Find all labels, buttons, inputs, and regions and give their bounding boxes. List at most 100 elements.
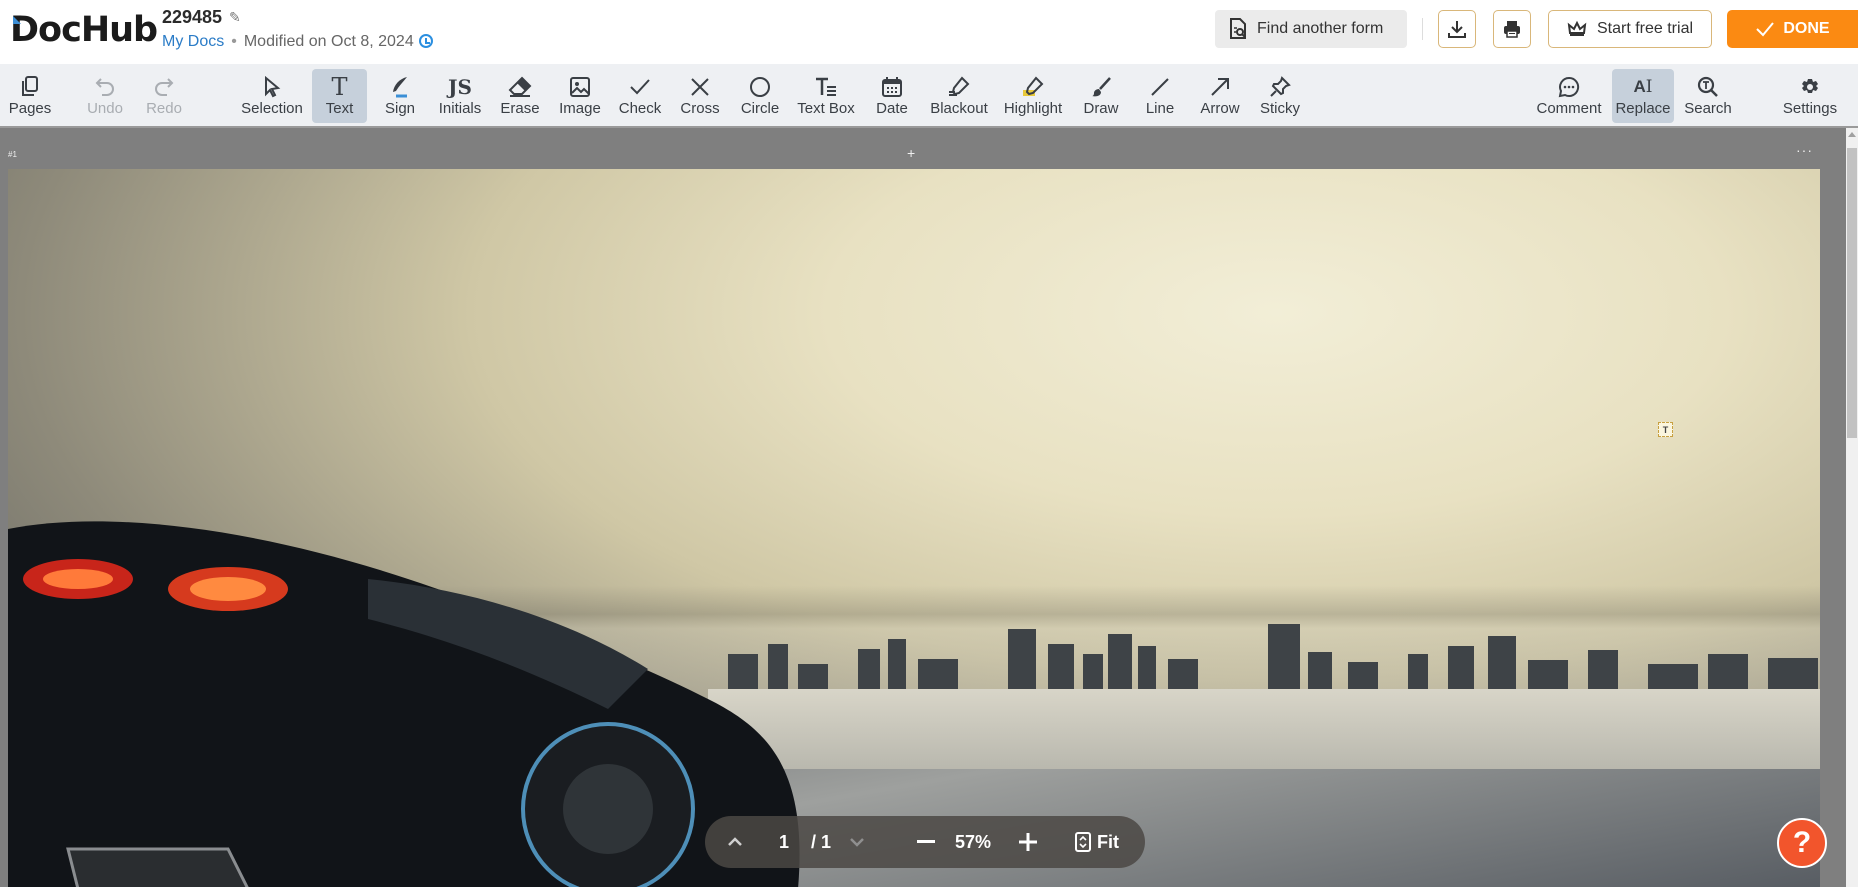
chevron-down-icon: [850, 838, 864, 847]
tool-circle[interactable]: Circle: [736, 69, 784, 123]
tool-settings[interactable]: Settings: [1782, 69, 1838, 123]
dochub-logo[interactable]: DocHub: [10, 10, 158, 50]
tool-highlight[interactable]: Highlight: [1000, 69, 1066, 123]
printer-icon: [1504, 21, 1520, 38]
zoom-in-button[interactable]: [1019, 816, 1037, 868]
add-page-button[interactable]: +: [907, 145, 915, 161]
document-meta: My Docs • Modified on Oct 8, 2024: [162, 33, 433, 51]
tool-image[interactable]: Image: [555, 69, 605, 123]
tool-label: Blackout: [930, 100, 988, 117]
tool-label: Comment: [1536, 100, 1602, 117]
line-icon: [1151, 78, 1169, 96]
rename-pencil-icon[interactable]: ✎: [229, 9, 241, 26]
pages-icon: [22, 76, 38, 96]
document-canvas[interactable]: #1 + ··· T: [0, 128, 1846, 887]
tool-date[interactable]: Date: [870, 69, 914, 123]
tool-label: Erase: [500, 100, 540, 117]
page-more-menu-button[interactable]: ···: [1796, 142, 1813, 158]
undo-icon: [95, 78, 114, 96]
tool-cross[interactable]: Cross: [677, 69, 723, 123]
download-button[interactable]: [1438, 10, 1476, 48]
chevron-up-icon: [728, 837, 742, 846]
next-page-button[interactable]: [849, 816, 865, 868]
tool-label: Search: [1684, 100, 1732, 117]
tool-pages[interactable]: Pages: [6, 69, 54, 123]
tool-draw[interactable]: Draw: [1079, 69, 1123, 123]
search-icon: [1697, 76, 1718, 97]
tool-label: Draw: [1083, 100, 1119, 117]
zoom-out-button[interactable]: [917, 816, 935, 868]
pin-icon: [1270, 76, 1291, 97]
download-icon: [1448, 21, 1466, 38]
tool-sign[interactable]: Sign: [380, 69, 420, 123]
scrollbar-thumb[interactable]: [1847, 148, 1857, 438]
quill-icon: [393, 77, 407, 98]
tool-check[interactable]: Check: [616, 69, 664, 123]
eraser-icon: [508, 76, 532, 97]
tool-replace[interactable]: AI Replace: [1612, 69, 1674, 123]
brush-icon: [1092, 77, 1111, 97]
tool-comment[interactable]: Comment: [1535, 69, 1603, 123]
crown-icon: [1567, 20, 1587, 36]
history-clock-icon[interactable]: [418, 34, 433, 48]
prev-page-button[interactable]: [727, 816, 743, 868]
tool-sticky[interactable]: Sticky: [1258, 69, 1302, 123]
tool-label: Initials: [438, 100, 482, 117]
tool-search[interactable]: Search: [1680, 69, 1736, 123]
scroll-up-arrow-icon[interactable]: [1848, 132, 1856, 137]
replace-icon: AI: [1633, 77, 1653, 97]
initials-icon: JS: [448, 75, 472, 99]
tool-text[interactable]: T Text: [312, 69, 367, 123]
help-button[interactable]: ?: [1777, 818, 1827, 868]
tool-label: Pages: [8, 100, 52, 117]
page-number-label: #1: [8, 150, 17, 159]
done-label: DONE: [1783, 20, 1830, 37]
tool-label: Selection: [241, 100, 303, 117]
calendar-icon: [882, 77, 902, 97]
tool-blackout[interactable]: Blackout: [926, 69, 992, 123]
total-pages: / 1: [811, 831, 832, 852]
minus-icon: [917, 840, 935, 843]
tool-initials[interactable]: JS Initials: [434, 69, 486, 123]
cross-icon: [691, 78, 709, 96]
document-page-image[interactable]: T: [8, 169, 1820, 887]
print-button[interactable]: [1493, 10, 1531, 48]
tool-erase[interactable]: Erase: [497, 69, 543, 123]
tool-selection[interactable]: Selection: [238, 69, 306, 123]
vertical-scrollbar[interactable]: [1846, 128, 1858, 887]
tool-label: Circle: [740, 100, 780, 117]
tool-redo[interactable]: Redo: [141, 69, 187, 123]
comment-icon: [1558, 76, 1580, 98]
tool-label: Sticky: [1259, 100, 1300, 117]
blackout-icon: [949, 76, 970, 96]
document-title[interactable]: 229485: [162, 7, 222, 28]
done-button[interactable]: DONE: [1727, 10, 1858, 48]
tool-label: Settings: [1782, 100, 1838, 117]
my-docs-link[interactable]: My Docs: [162, 33, 224, 50]
tool-line[interactable]: Line: [1140, 69, 1180, 123]
plus-icon: [1019, 833, 1037, 851]
tool-label: Replace: [1615, 100, 1671, 117]
tool-arrow[interactable]: Arrow: [1196, 69, 1244, 123]
find-another-form-button[interactable]: Find another form: [1215, 10, 1407, 48]
tool-text-box[interactable]: Text Box: [793, 69, 859, 123]
app-header: DocHub 229485 ✎ My Docs • Modified on Oct …: [0, 0, 1858, 64]
zoom-level[interactable]: 57%: [955, 816, 991, 868]
circle-icon: [750, 77, 770, 97]
tool-label: Check: [618, 100, 662, 117]
fit-button[interactable]: Fit: [1075, 816, 1119, 868]
meta-separator: •: [231, 33, 237, 50]
tool-label: Highlight: [1003, 100, 1063, 117]
tool-label: Arrow: [1200, 100, 1240, 117]
tool-undo[interactable]: Undo: [82, 69, 128, 123]
tool-label: Line: [1145, 100, 1175, 117]
current-page-input[interactable]: 1: [779, 816, 789, 868]
tool-label: Text Box: [797, 100, 855, 117]
car-graphic: [8, 521, 800, 887]
image-icon: [570, 77, 590, 97]
start-free-trial-button[interactable]: Start free trial: [1548, 10, 1712, 48]
highlighter-icon: [1023, 76, 1044, 96]
tool-label: Redo: [146, 100, 182, 117]
text-field-marker[interactable]: T: [1658, 422, 1673, 437]
start-free-trial-label: Start free trial: [1596, 20, 1694, 37]
